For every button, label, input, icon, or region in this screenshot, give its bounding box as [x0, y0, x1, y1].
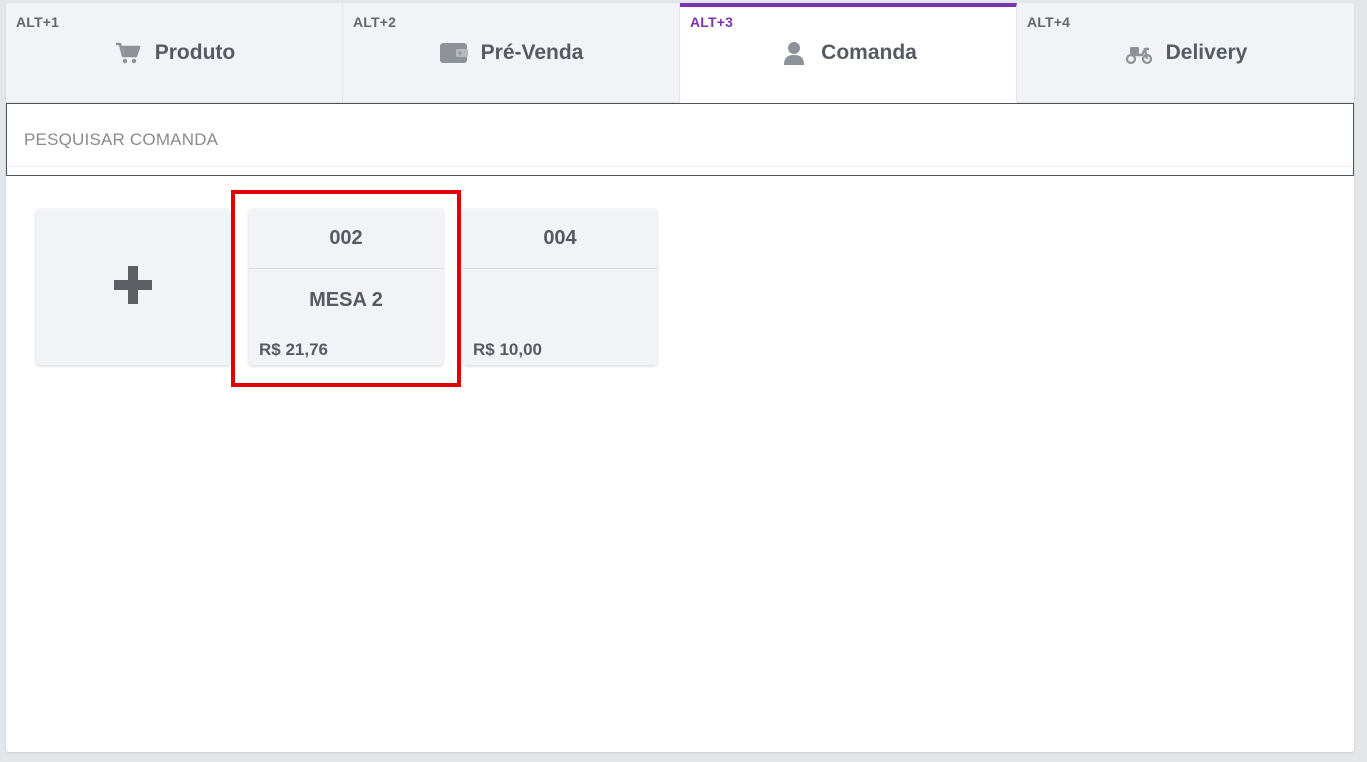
tab-label: Produto [154, 41, 236, 64]
tab-pre-venda[interactable]: ALT+2 Pré-Venda [343, 3, 680, 103]
tab-shortcut: ALT+3 [690, 14, 734, 30]
comanda-name: MESA 2 [309, 289, 383, 311]
tab-main: Comanda [680, 39, 1016, 67]
tab-shortcut: ALT+2 [353, 14, 397, 30]
search-box [6, 103, 1354, 176]
comanda-card-004[interactable]: 004 R$ 10,00 [463, 209, 657, 365]
comanda-value: R$ 10,00 [473, 340, 542, 359]
main-panel: ALT+1 Produto ALT+2 Pré-Venda ALT+3 Coma… [6, 3, 1354, 752]
tab-delivery[interactable]: ALT+4 Delivery [1017, 3, 1354, 103]
search-input[interactable] [7, 104, 1353, 175]
tab-label: Delivery [1165, 41, 1248, 64]
tab-bar: ALT+1 Produto ALT+2 Pré-Venda ALT+3 Coma… [6, 3, 1354, 103]
tab-shortcut: ALT+1 [16, 14, 60, 30]
wallet-icon [439, 40, 469, 66]
tab-main: Pré-Venda [343, 39, 679, 67]
cart-icon [113, 40, 143, 66]
tab-comanda[interactable]: ALT+3 Comanda [680, 3, 1017, 103]
plus-icon [114, 265, 152, 309]
tab-main: Produto [6, 39, 342, 67]
comanda-card-002[interactable]: 002 MESA 2 R$ 21,76 [249, 209, 443, 365]
comanda-number: 002 [249, 209, 443, 269]
tab-label: Comanda [821, 41, 917, 64]
search-underline [7, 166, 1353, 167]
tab-shortcut: ALT+4 [1027, 14, 1071, 30]
user-icon [779, 40, 809, 66]
comanda-number: 004 [463, 209, 657, 269]
scooter-icon [1124, 40, 1154, 66]
add-comanda-button[interactable] [36, 209, 230, 365]
tab-produto[interactable]: ALT+1 Produto [6, 3, 343, 103]
comanda-value: R$ 21,76 [259, 340, 328, 359]
tab-label: Pré-Venda [480, 41, 584, 64]
tab-main: Delivery [1017, 39, 1354, 67]
